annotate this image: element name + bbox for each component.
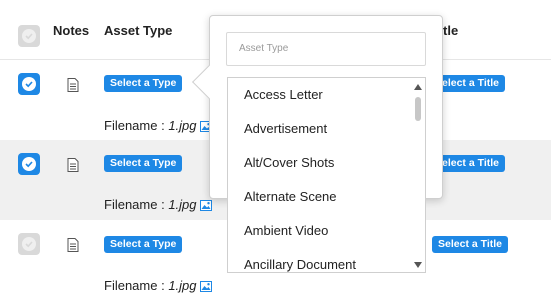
- row-checkbox[interactable]: [18, 233, 40, 255]
- asset-type-search-input[interactable]: Asset Type: [226, 32, 426, 66]
- option-ambient-video[interactable]: Ambient Video: [244, 223, 328, 238]
- select-type-button[interactable]: Select a Type: [104, 75, 183, 92]
- select-title-button[interactable]: elect a Title: [436, 75, 506, 92]
- option-alternate-scene[interactable]: Alternate Scene: [244, 189, 337, 204]
- row-checkbox[interactable]: [18, 73, 40, 95]
- filename-label: Filename :: [104, 197, 165, 212]
- note-icon[interactable]: [67, 78, 79, 92]
- scroll-down-arrow-icon[interactable]: [414, 262, 422, 268]
- filename-value: 1.jpg: [168, 278, 197, 293]
- asset-type-column-header: Asset Type: [104, 23, 173, 38]
- option-access-letter[interactable]: Access Letter: [244, 87, 323, 102]
- scroll-up-arrow-icon[interactable]: [414, 84, 422, 90]
- note-icon[interactable]: [67, 158, 79, 172]
- row-checkbox[interactable]: [18, 153, 40, 175]
- filename: Filename : 1.jpg: [104, 197, 212, 212]
- select-type-button[interactable]: Select a Type: [104, 155, 183, 172]
- option-ancillary-document[interactable]: Ancillary Document: [244, 257, 356, 272]
- notes-column-header: Notes: [53, 23, 90, 38]
- image-icon[interactable]: [199, 281, 212, 292]
- title-column-header: tle: [443, 23, 459, 38]
- filename-label: Filename :: [104, 278, 165, 293]
- filename: Filename : 1.jpg: [104, 118, 212, 133]
- filename-value: 1.jpg: [168, 197, 197, 212]
- select-all-checkbox[interactable]: [18, 25, 40, 47]
- filename: Filename : 1.jpg: [104, 278, 212, 293]
- select-type-button[interactable]: Select a Type: [104, 236, 183, 253]
- filename-value: 1.jpg: [168, 118, 197, 133]
- asset-type-options-list[interactable]: Access Letter Advertisement Alt/Cover Sh…: [227, 77, 426, 273]
- filename-label: Filename :: [104, 118, 165, 133]
- select-title-button[interactable]: elect a Title: [436, 155, 506, 172]
- note-icon[interactable]: [67, 238, 79, 252]
- options-scrollbar[interactable]: [414, 84, 422, 268]
- select-title-button[interactable]: Select a Title: [432, 236, 509, 253]
- scrollbar-thumb[interactable]: [415, 97, 421, 121]
- option-alt-cover-shots[interactable]: Alt/Cover Shots: [244, 155, 334, 170]
- option-advertisement[interactable]: Advertisement: [244, 121, 327, 136]
- image-icon[interactable]: [199, 200, 212, 211]
